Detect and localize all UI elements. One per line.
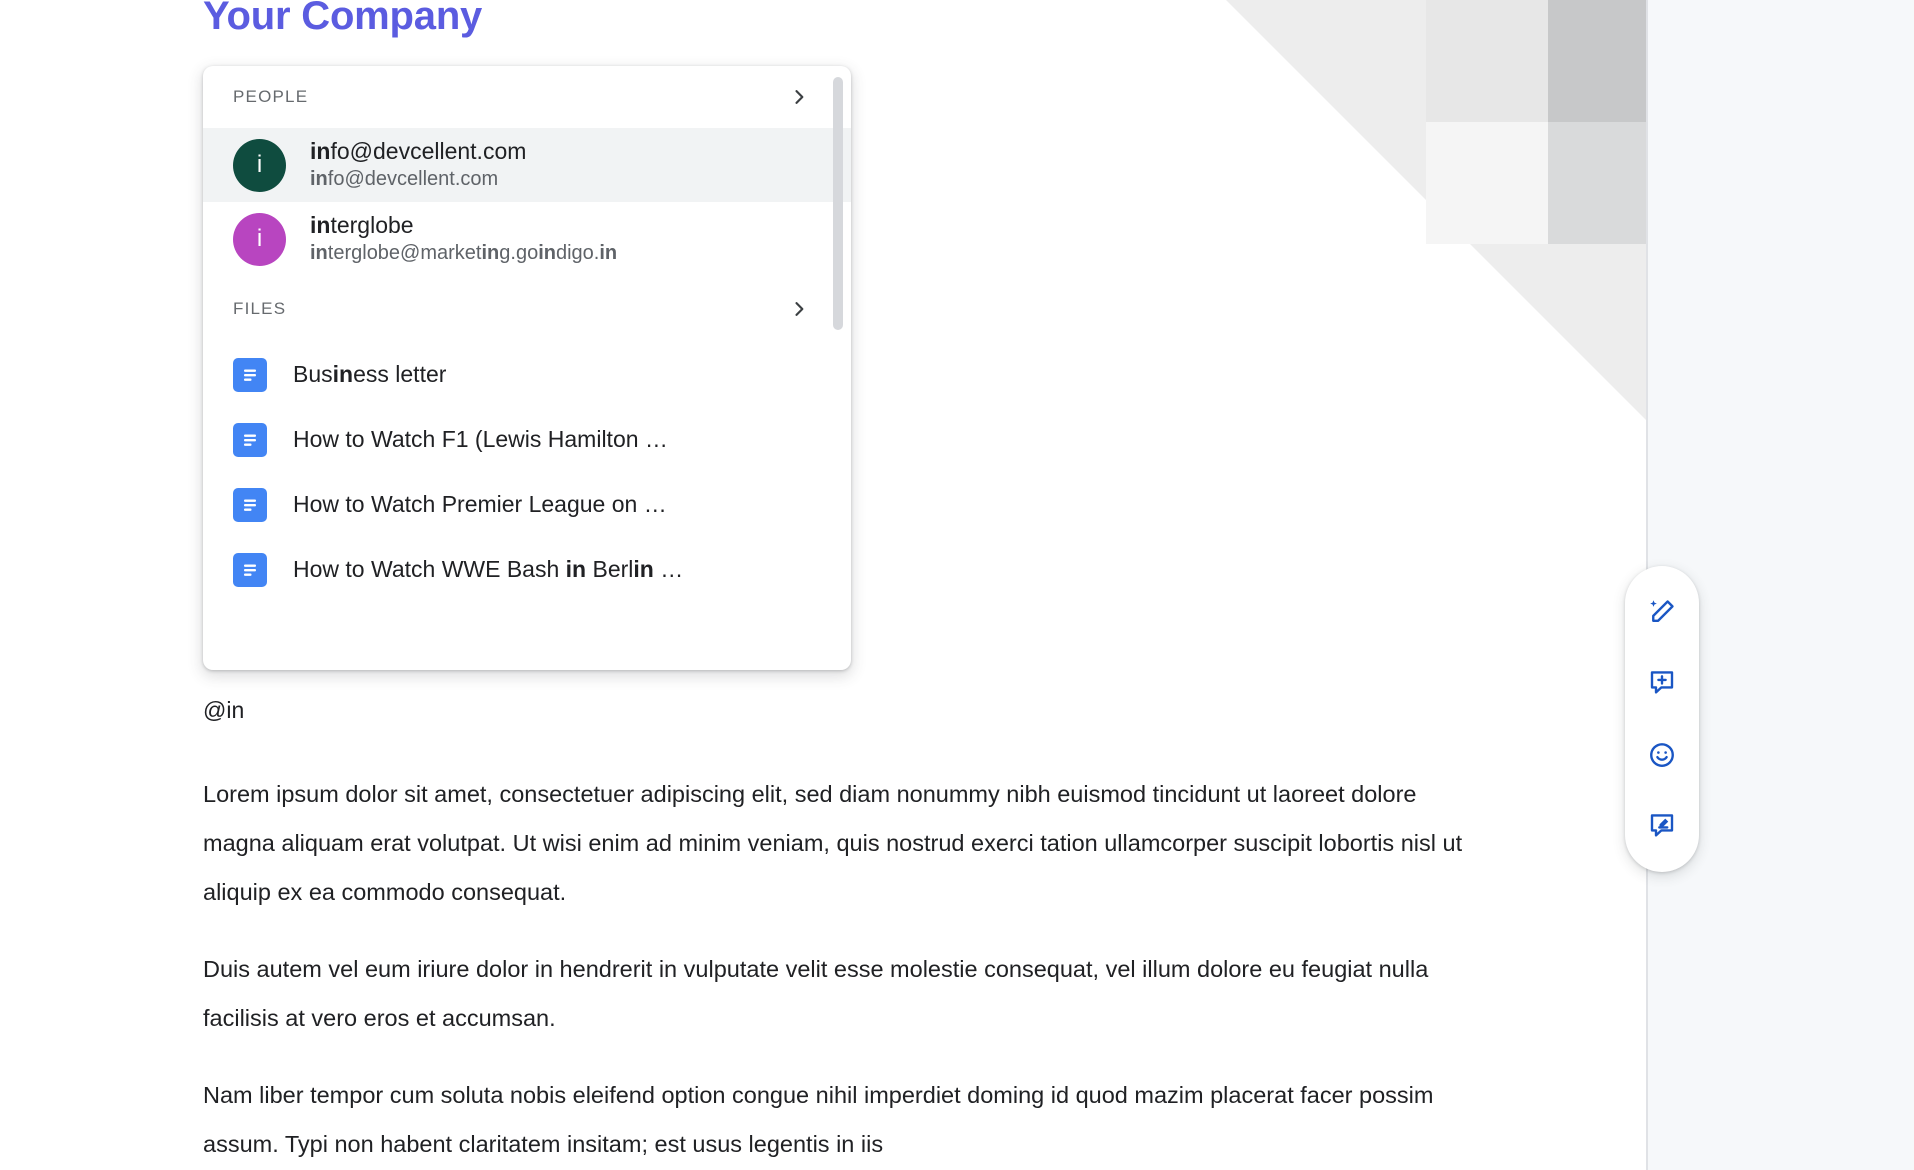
suggest-edits-icon [1647,811,1677,841]
document-page[interactable]: Your Company PEOPLE i info@devcellent.co… [0,0,1648,1170]
document-body[interactable]: Lorem ipsum dolor sit amet, consectetuer… [203,770,1473,1170]
mention-query-text: @in [203,697,245,723]
person-name-rest: fo@devcellent.com [330,137,527,164]
file-result-row[interactable]: How to Watch WWE Bash in Berlin … [203,537,851,602]
file-name: How to Watch F1 (Lewis Hamilton … [293,426,668,452]
file-result-row[interactable]: Business letter [203,342,851,407]
mention-autocomplete-popup[interactable]: PEOPLE i info@devcellent.com info@devcel… [203,66,851,670]
body-paragraph: Duis autem vel eum iriure dolor in hendr… [203,956,1429,1031]
add-emoji-reaction-icon [1647,740,1677,770]
autocomplete-scrollbar[interactable] [833,74,843,662]
page-title: Your Company [203,0,483,38]
scrollbar-thumb[interactable] [833,77,843,330]
files-section-label: FILES [233,299,287,318]
body-paragraph: Nam liber tempor cum soluta nobis eleife… [203,1082,1434,1157]
help-me-write-button[interactable] [1636,586,1688,638]
avatar-initial: i [256,151,263,178]
add-emoji-reaction-button[interactable] [1636,729,1688,781]
google-docs-icon [233,487,267,522]
help-me-write-icon [1647,597,1677,627]
chevron-right-icon[interactable] [789,87,809,107]
person-email: interglobe@marketing.goindigo.in [310,242,618,265]
match-highlight: in [310,168,328,191]
match-highlight: in [310,211,331,238]
chevron-right-icon[interactable] [789,299,809,319]
file-name: How to Watch WWE Bash in Berlin … [293,556,684,582]
document-editor-screen: Your Company PEOPLE i info@devcellent.co… [0,0,1914,1170]
person-name: interglobe [310,211,617,241]
files-section-header: FILES [203,276,851,342]
suggest-edits-button[interactable] [1636,800,1688,852]
person-name-rest: terglobe [330,211,414,238]
add-comment-button[interactable] [1636,657,1688,709]
google-docs-icon [233,552,267,587]
corner-watermark-decoration [1226,0,1646,420]
file-result-row[interactable]: How to Watch Premier League on … [203,472,851,537]
file-result-row[interactable]: How to Watch F1 (Lewis Hamilton … [203,407,851,472]
body-paragraph: Lorem ipsum dolor sit amet, consectetuer… [203,781,1463,905]
google-docs-icon [233,422,267,457]
person-name: info@devcellent.com [310,137,526,167]
person-email-rest: fo@devcellent.com [327,168,499,191]
file-name: Business letter [293,361,447,387]
floating-side-toolbar[interactable] [1625,566,1699,872]
file-name: How to Watch Premier League on … [293,491,667,517]
people-section-label: PEOPLE [233,87,309,106]
person-result-row[interactable]: i info@devcellent.com info@devcellent.co… [203,128,851,202]
person-email: info@devcellent.com [310,166,526,193]
avatar: i [233,212,286,266]
avatar: i [233,138,286,192]
match-highlight: in [310,137,331,164]
person-result-row[interactable]: i interglobe interglobe@marketing.goindi… [203,202,851,276]
people-section-header: PEOPLE [203,66,851,128]
add-comment-icon [1647,668,1677,698]
google-docs-icon [233,357,267,392]
avatar-initial: i [256,225,263,252]
